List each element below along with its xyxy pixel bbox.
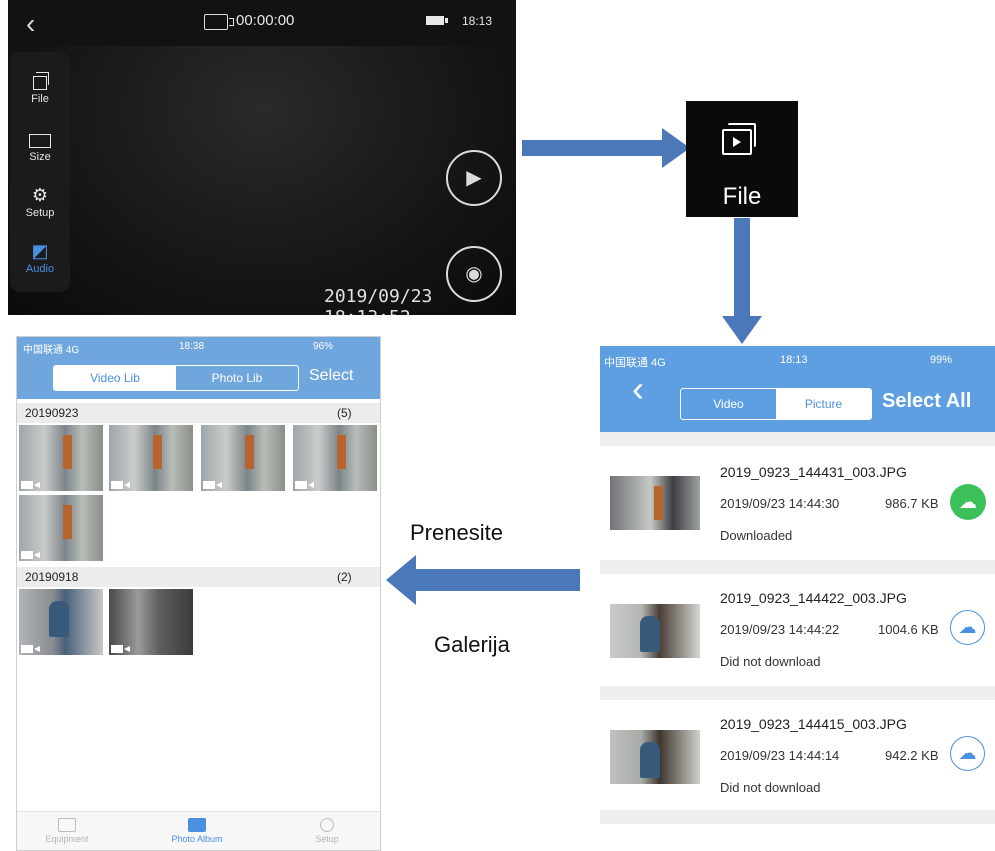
date-group-header: 20190923 (5) [17,403,380,423]
video-thumbnail[interactable] [109,589,193,655]
row-divider [600,560,995,574]
arrow-to-file [522,128,690,168]
bottom-tab-bar: Equipment Photo Album Setup [17,811,380,850]
video-icon [111,645,130,653]
row-divider [600,432,995,446]
file-size: 1004.6 KB [878,622,939,637]
video-icon [111,481,130,489]
library-toggle: Video Lib Photo Lib [53,365,299,391]
gallery-header: 中国联通 4G 18:38 96% Video Lib Photo Lib Se… [17,337,380,399]
video-thumbnail[interactable] [201,425,285,491]
file-status: Did not download [720,780,821,795]
file-date: 2019/09/23 14:44:22 [720,622,840,637]
file-date: 2019/09/23 14:44:14 [720,748,840,763]
file-thumbnail [610,604,700,658]
file-thumbnail [610,476,700,530]
file-row[interactable]: 2019_0923_144415_003.JPG 2019/09/23 14:4… [600,700,995,808]
tab-setup[interactable]: Setup [287,818,367,844]
download-cloud-icon[interactable]: ☁ [950,484,986,520]
row-divider [600,686,995,700]
status-carrier: 中国联通 4G [23,345,80,356]
video-icon [21,551,40,559]
video-camera-icon [58,818,76,832]
video-icon [21,645,40,653]
file-row[interactable]: 2019_0923_144422_003.JPG 2019/09/23 14:4… [600,574,995,682]
tab-video-lib[interactable]: Video Lib [54,366,176,390]
gear-icon [320,818,334,832]
select-button[interactable]: Select [309,367,353,385]
download-cloud-icon[interactable]: ☁ [950,610,985,645]
arrow-to-file-list [722,218,762,344]
tab-label: Setup [315,834,339,844]
arrow-to-gallery [386,555,580,605]
group-date: 20190918 [25,570,79,584]
file-name: 2019_0923_144415_003.JPG [720,716,907,732]
select-all-button[interactable]: Select All [882,390,971,413]
date-group-header: 20190918 (2) [17,567,380,587]
file-size: 986.7 KB [885,496,939,511]
video-thumbnail[interactable] [19,589,103,655]
file-status: Downloaded [720,528,793,543]
file-name: 2019_0923_144422_003.JPG [720,590,907,606]
status-battery: 96% [313,341,334,352]
video-thumbnail[interactable] [19,425,103,491]
status-battery: 99% [930,354,953,366]
row-divider [600,810,995,824]
file-row[interactable]: 2019_0923_144431_003.JPG 2019/09/23 14:4… [600,446,995,554]
media-type-toggle: Video Picture [680,388,872,420]
video-icon [21,481,40,489]
file-size: 942.2 KB [885,748,939,763]
group-count: (5) [337,406,352,420]
file-badge-label: File [722,183,762,210]
tab-label: Photo Album [171,834,223,844]
file-list-phone: 中国联通 4G 18:13 99% ‹ Video Picture Select… [600,346,995,824]
tab-label: Equipment [45,834,89,844]
image-icon [188,818,206,832]
gallery-label: Galerija [434,632,510,657]
file-name: 2019_0923_144431_003.JPG [720,464,907,480]
status-time: 18:38 [179,341,205,352]
gallery-phone: 中国联通 4G 18:38 96% Video Lib Photo Lib Se… [16,336,381,851]
file-date: 2019/09/23 14:44:30 [720,496,840,511]
tab-video[interactable]: Video [681,389,776,419]
video-icon [295,481,314,489]
file-status: Did not download [720,654,821,669]
video-thumbnail[interactable] [109,425,193,491]
video-icon [203,481,222,489]
tab-picture[interactable]: Picture [776,389,871,419]
tab-photo-lib[interactable]: Photo Lib [176,366,298,390]
tab-photo-album[interactable]: Photo Album [157,818,237,844]
transfer-label: Prenesite [410,520,503,545]
file-badge[interactable]: File [686,101,798,217]
group-date: 20190923 [25,406,79,420]
download-cloud-icon[interactable]: ☁ [950,736,985,771]
group-count: (2) [337,570,352,584]
file-thumbnail [610,730,700,784]
file-stack-icon [722,123,756,155]
back-chevron-icon[interactable]: ‹ [632,368,644,410]
video-thumbnail[interactable] [293,425,377,491]
tab-equipment[interactable]: Equipment [27,818,107,844]
video-thumbnail[interactable] [19,495,103,561]
status-time: 18:13 [780,354,808,366]
file-list-header: 中国联通 4G 18:13 99% ‹ Video Picture Select… [600,346,995,432]
